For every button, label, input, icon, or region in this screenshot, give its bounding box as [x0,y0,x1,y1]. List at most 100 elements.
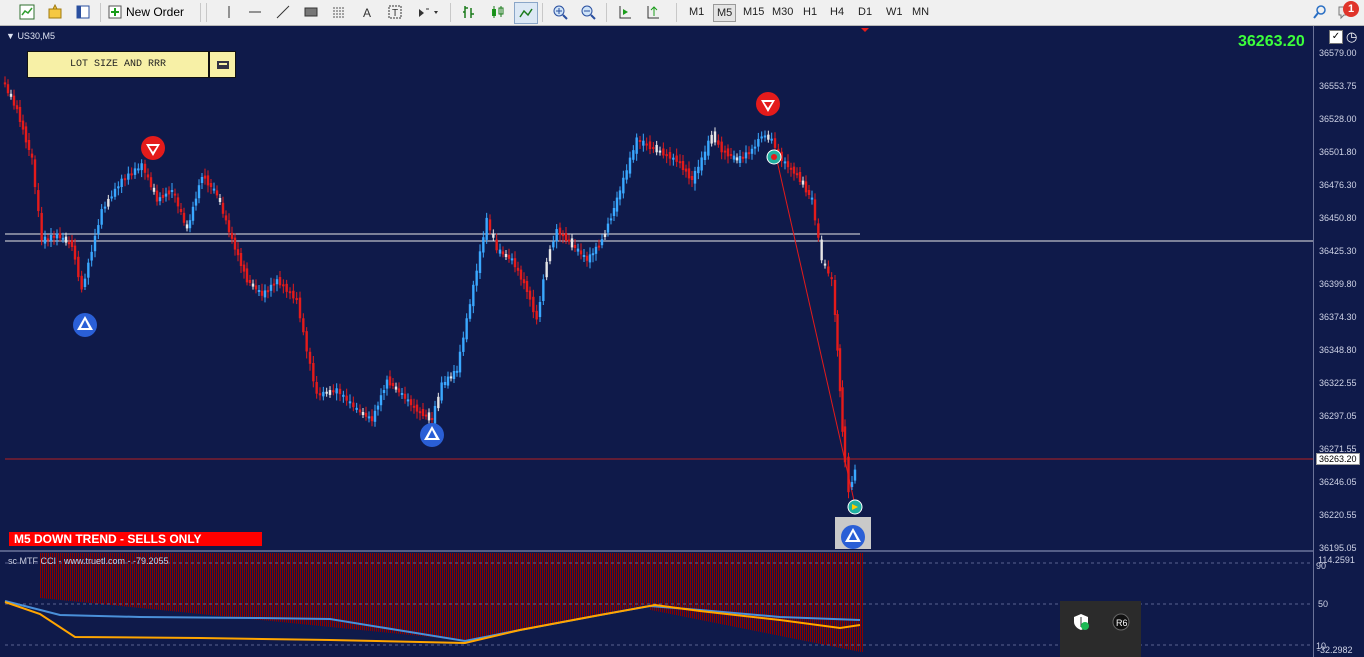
cci-histogram-bar [812,553,813,643]
lot-panel-toggle-button[interactable] [209,51,236,78]
candlestick-icon[interactable] [486,2,508,22]
auto-scroll-icon[interactable] [614,2,636,22]
candle-body [675,155,678,162]
candle-body [117,186,120,189]
text-label-icon[interactable]: T [384,2,406,22]
candle-body [813,199,817,221]
cci-histogram-bar [472,553,473,640]
cci-histogram-bar [670,553,671,614]
cci-histogram-bar [816,553,817,644]
collapse-icon[interactable]: ▼ [6,31,15,41]
candle-body [164,193,168,197]
order-marker-icon [847,499,863,515]
cci-histogram-bar [188,553,189,613]
candle-body [668,152,672,159]
timeframe-m1[interactable]: M1 [686,4,707,20]
clock-icon[interactable]: ◷ [1346,29,1357,45]
trendline-icon[interactable] [272,2,294,22]
text-icon[interactable]: A [356,2,378,22]
toolbar: New Order A T M1 M5 M15 M30 H1 H4 D1 W1 … [0,0,1364,26]
candle-body [239,253,243,266]
cci-histogram-bar [568,553,569,621]
profiles-icon[interactable] [44,2,66,22]
candle-body [215,190,219,196]
market-watch-icon[interactable] [72,2,94,22]
candle-body [203,175,207,179]
cci-histogram-bar [400,553,401,634]
cci-histogram-bar [748,553,749,630]
cci-histogram-bar [374,553,375,632]
new-chart-icon[interactable] [16,2,38,22]
zoom-in-icon[interactable] [549,2,571,22]
timeframe-m15[interactable]: M15 [740,4,767,20]
candle-body [588,254,592,263]
candle-body [690,176,694,180]
cci-histogram-bar [826,553,827,646]
candle-body [191,206,195,221]
timeframe-h1[interactable]: H1 [800,4,820,20]
cci-histogram-bar [182,553,183,613]
line-chart-icon[interactable] [514,2,538,24]
cci-histogram-bar [594,553,595,616]
cci-histogram-bar [534,553,535,628]
timeframe-w1[interactable]: W1 [883,4,906,20]
zoom-out-icon[interactable] [577,2,599,22]
cci-histogram-bar [198,553,199,614]
new-order-button[interactable]: New Order [108,2,184,22]
cci-histogram-bar [480,553,481,638]
candle-body [400,393,404,395]
candle-body [305,331,308,352]
candle-body [738,156,742,163]
cci-histogram-bar [828,553,829,646]
fibonacci-icon[interactable] [328,2,350,22]
candle-body [452,371,456,379]
cursor-line-icon[interactable] [218,2,240,22]
horizontal-line-icon[interactable] [244,2,266,22]
price-axis-label: 36553.75 [1319,81,1357,91]
cci-histogram-bar [382,553,383,633]
cci-histogram-bar [530,553,531,628]
arrows-dropdown-icon[interactable] [414,2,442,22]
timeframe-h4[interactable]: H4 [827,4,847,20]
cci-histogram-bar [498,553,499,635]
chart-shift-icon[interactable] [642,2,664,22]
price-axis-label: 36399.80 [1319,279,1357,289]
checkbox-icon[interactable]: ✓ [1329,30,1343,44]
search-icon[interactable] [1309,2,1331,22]
candle-body [269,284,273,291]
price-axis-label: 36579.00 [1319,48,1357,58]
cci-histogram-bar [396,553,397,634]
candle-body [478,251,482,273]
candle-body [46,238,50,241]
candle-body [424,414,428,417]
notification-badge[interactable]: 1 [1343,1,1359,17]
cci-histogram-bar [524,553,525,630]
candle-body [278,277,282,286]
cci-histogram-bar [774,553,775,635]
bar-chart-icon[interactable] [458,2,480,22]
system-tray-popup: R6 [1060,601,1141,657]
cci-histogram-bar [408,553,409,635]
candle-body [635,137,638,154]
lot-size-panel-button[interactable]: LOT SIZE AND RRR [27,51,209,78]
rectangle-icon[interactable] [300,2,322,22]
security-shield-icon[interactable] [1070,611,1092,633]
timeframe-mn[interactable]: MN [909,4,932,20]
candle-body [30,153,34,158]
cci-histogram-bar [650,553,651,610]
candle-body [200,177,204,183]
price-axis-label: 36322.55 [1319,378,1357,388]
cci-histogram-bar [416,553,417,636]
app-tray-icon[interactable]: R6 [1110,611,1132,633]
price-chart[interactable] [0,26,1313,657]
timeframe-m5[interactable]: M5 [713,4,737,22]
cci-histogram-bar [456,553,457,640]
timeframe-m30[interactable]: M30 [769,4,796,20]
candle-body [12,95,16,106]
candle-body [465,318,468,340]
cci-histogram-bar [830,553,831,646]
timeframe-d1[interactable]: D1 [855,4,875,20]
cci-histogram-bar [566,553,567,621]
candle-body [798,172,802,182]
candle-body [603,234,607,237]
